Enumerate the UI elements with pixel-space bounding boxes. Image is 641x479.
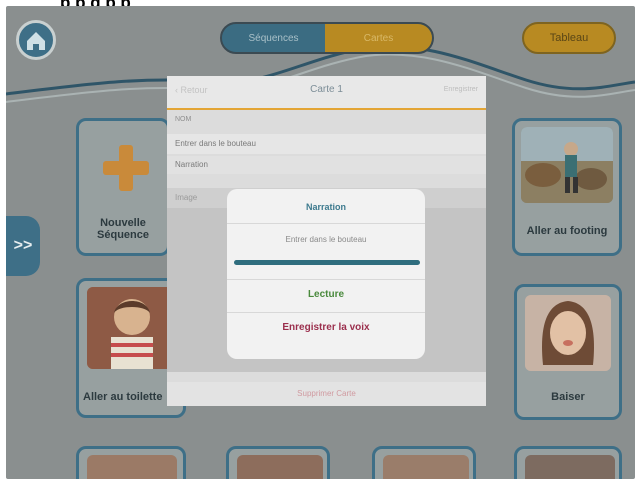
card-label: Baiser <box>551 391 585 403</box>
segment-sequences[interactable]: Séquences <box>222 24 325 52</box>
plus-icon <box>103 145 149 191</box>
photo-partial <box>525 455 615 479</box>
card-label: Nouvelle Séquence <box>97 217 149 241</box>
narration-row[interactable]: Narration <box>167 156 486 174</box>
play-button[interactable]: Lecture <box>227 289 425 300</box>
narration-sentence: Entrer dans le bouteau <box>285 235 367 244</box>
card-partial-4[interactable] <box>514 446 622 479</box>
name-field[interactable]: Entrer dans le bouteau <box>167 134 486 154</box>
side-drawer-tab[interactable]: >> <box>6 216 40 276</box>
section-header-nom: NOM <box>175 116 192 123</box>
home-icon <box>27 32 45 50</box>
sheet-right-button[interactable]: Enregistrer <box>444 86 478 93</box>
child-photo <box>87 287 177 369</box>
divider <box>227 279 425 280</box>
photo-partial <box>87 455 177 479</box>
girl-photo <box>525 295 611 371</box>
card-partial-1[interactable] <box>76 446 186 479</box>
home-button[interactable] <box>16 20 56 60</box>
jogging-photo <box>521 127 613 203</box>
double-chevron-right-icon: >> <box>13 237 33 254</box>
card-label: Aller au footing <box>526 225 608 237</box>
card-partial-3[interactable] <box>372 446 476 479</box>
record-voice-button[interactable]: Enregistrer la voix <box>227 322 425 333</box>
mode-segmented-control[interactable]: Séquences Cartes <box>220 22 434 54</box>
segment-cards[interactable]: Cartes <box>325 24 432 52</box>
audio-progress-bar <box>234 260 420 265</box>
app-background: Séquences Cartes Tableau >> Nouvelle Séq… <box>6 6 635 479</box>
delete-card-button[interactable]: Supprimer Carte <box>167 382 486 406</box>
photo-partial <box>383 455 469 479</box>
card-jogging[interactable]: Aller au footing <box>512 118 622 256</box>
narration-dialog: Narration Entrer dans le bouteau Lecture… <box>227 189 425 359</box>
divider <box>227 312 425 313</box>
card-partial-2[interactable] <box>226 446 330 479</box>
sheet-navbar: ‹ Retour Carte 1 Enregistrer <box>167 76 486 110</box>
card-new-sequence[interactable]: Nouvelle Séquence <box>76 118 170 256</box>
top-right-button[interactable]: Tableau <box>522 22 616 54</box>
photo-partial <box>237 455 323 479</box>
card-kiss[interactable]: Baiser <box>514 284 622 420</box>
divider <box>227 223 425 224</box>
dialog-title: Narration <box>305 202 346 212</box>
sheet-title: Carte 1 <box>310 84 343 95</box>
